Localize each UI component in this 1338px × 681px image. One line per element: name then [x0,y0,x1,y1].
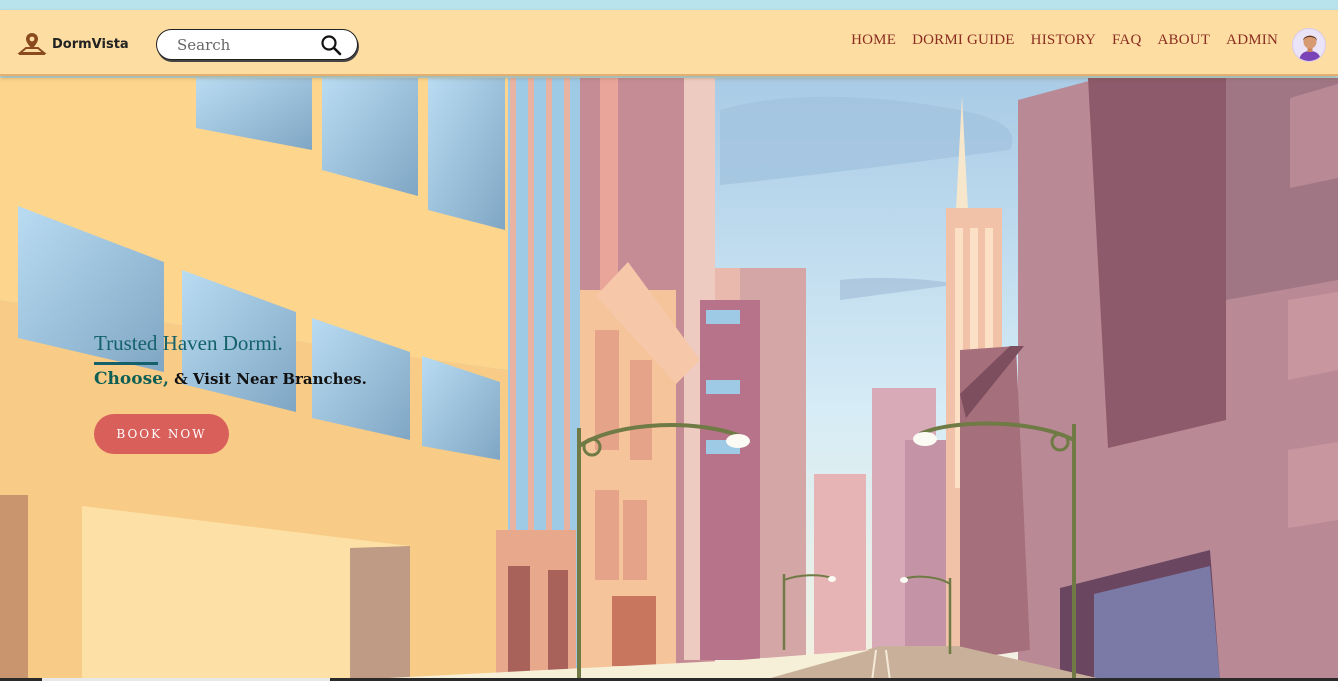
search-icon[interactable] [320,34,342,56]
nav-about[interactable]: ABOUT [1157,32,1210,49]
tagline-underline [94,362,158,365]
nav-faq[interactable]: FAQ [1112,32,1142,49]
navbar: DormVista HOME DORMI GUIDE HISTORY FAQ A… [0,10,1338,76]
hero-subline: Choose, & Visit Near Branches. [94,369,367,389]
brand-name: DormVista [52,36,129,52]
brand[interactable]: DormVista [17,30,129,58]
book-now-button[interactable]: BOOK NOW [94,414,229,454]
user-avatar-icon[interactable] [1292,28,1326,62]
top-strip [0,0,1338,10]
subline-rest: & Visit Near Branches. [174,370,367,388]
nav-home[interactable]: HOME [851,32,896,49]
nav-dormi-guide[interactable]: DORMI GUIDE [912,32,1015,49]
search-box [156,29,358,60]
nav-admin[interactable]: ADMIN [1226,32,1278,49]
hero-tagline: Trusted Haven Dormi. [94,331,283,355]
map-pin-icon [17,33,47,55]
subline-accent: Choose, [94,369,169,389]
main-nav: HOME DORMI GUIDE HISTORY FAQ ABOUT ADMIN [851,32,1278,49]
nav-history[interactable]: HISTORY [1031,32,1096,49]
search-input[interactable] [177,35,317,55]
